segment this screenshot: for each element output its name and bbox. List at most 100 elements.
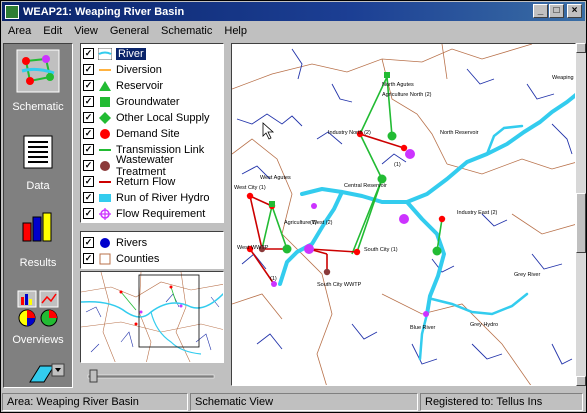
legend-checkbox[interactable]: ✓ bbox=[83, 80, 94, 91]
scroll-thumb[interactable] bbox=[576, 193, 586, 253]
legend-checkbox[interactable]: ✓ bbox=[83, 208, 94, 219]
legend-checkbox[interactable]: ✓ bbox=[83, 176, 94, 187]
return-flow-icon bbox=[98, 176, 112, 188]
flow-req-icon bbox=[98, 207, 112, 220]
layer-checkbox[interactable]: ✓ bbox=[83, 253, 94, 264]
data-label: Data bbox=[26, 180, 50, 192]
layer-panel: ✓ Rivers ✓ Counties bbox=[80, 231, 224, 269]
scroll-up-button[interactable] bbox=[576, 43, 586, 53]
results-icon bbox=[22, 212, 52, 242]
layer-label: Counties bbox=[116, 252, 160, 265]
legend-label: Other Local Supply bbox=[116, 111, 210, 124]
map-label: Industry East (2) bbox=[457, 210, 498, 216]
legend-item-return-flow[interactable]: ✓ Return Flow bbox=[83, 174, 223, 189]
schematic-view-button[interactable]: Schematic bbox=[4, 47, 72, 115]
legend-item-demand-site[interactable]: ✓ Demand Site bbox=[83, 126, 223, 141]
status-area: Area: Weaping River Basin bbox=[2, 393, 188, 411]
zoom-slider-thumb[interactable] bbox=[89, 369, 98, 383]
status-view: Schematic View bbox=[190, 393, 418, 411]
layer-item-rivers[interactable]: ✓ Rivers bbox=[83, 235, 223, 250]
layer-checkbox[interactable]: ✓ bbox=[83, 237, 94, 248]
legend-label: Run of River Hydro bbox=[116, 191, 210, 204]
legend-item-river[interactable]: ✓ River bbox=[83, 46, 223, 61]
data-view-button[interactable]: Data bbox=[4, 134, 72, 194]
schematic-icon bbox=[16, 49, 60, 93]
menu-general[interactable]: General bbox=[104, 25, 155, 37]
transmission-icon bbox=[98, 144, 112, 156]
map-label: South City WWTP bbox=[317, 282, 362, 288]
results-view-button[interactable]: Results bbox=[4, 209, 72, 271]
legend-item-groundwater[interactable]: ✓ Groundwater bbox=[83, 94, 223, 109]
legend-checkbox[interactable]: ✓ bbox=[83, 112, 94, 123]
map-label: Grey Hydro bbox=[470, 322, 498, 328]
menu-help[interactable]: Help bbox=[218, 25, 253, 37]
overview-viewport[interactable] bbox=[138, 274, 200, 348]
legend-checkbox[interactable]: ✓ bbox=[83, 192, 94, 203]
map-label: Industry North (2) bbox=[328, 130, 371, 136]
app-icon bbox=[5, 4, 19, 19]
legend-checkbox[interactable]: ✓ bbox=[83, 144, 94, 155]
reservoirs-and-nodes[interactable] bbox=[269, 72, 442, 256]
legend-item-wastewater[interactable]: ✓ Wastewater Treatment bbox=[83, 154, 223, 178]
map-label: Blue River bbox=[410, 325, 436, 331]
map-label: Agriculture West (2) bbox=[284, 220, 333, 226]
legend-label: Diversion bbox=[116, 63, 162, 76]
schematic-map[interactable]: North Agutes Agriculture North (2) Industr… bbox=[231, 43, 576, 386]
map-label: South City (1) bbox=[364, 247, 398, 253]
map-label: North Agutes bbox=[382, 82, 414, 88]
legend-label: River bbox=[116, 47, 146, 60]
zoom-slider[interactable] bbox=[84, 369, 218, 383]
status-registration: Registered to: Tellus Ins bbox=[420, 393, 583, 411]
maximize-button[interactable]: □ bbox=[549, 4, 564, 18]
minimize-button[interactable]: _ bbox=[533, 4, 548, 18]
legend-label: Return Flow bbox=[116, 175, 176, 188]
overviews-label: Overviews bbox=[12, 334, 64, 346]
diversion-icon bbox=[98, 64, 112, 76]
layer-item-counties[interactable]: ✓ Counties bbox=[83, 251, 223, 266]
menu-schematic[interactable]: Schematic bbox=[155, 25, 218, 37]
overview-map-graphic bbox=[81, 272, 223, 362]
app-window: WEAP21: Weaping River Basin _ □ × Area E… bbox=[0, 0, 587, 413]
legend-label: Reservoir bbox=[116, 79, 164, 92]
legend-item-local-supply[interactable]: ✓ Other Local Supply bbox=[83, 110, 223, 125]
counties-layer-icon bbox=[98, 253, 112, 265]
legend-item-hydro[interactable]: ✓ Run of River Hydro bbox=[83, 190, 223, 205]
legend-item-diversion[interactable]: ✓ Diversion bbox=[83, 62, 223, 77]
close-button[interactable]: × bbox=[567, 4, 582, 18]
map-label: West City (1) bbox=[234, 185, 266, 191]
local-supply-icon bbox=[98, 111, 112, 124]
legend-checkbox[interactable]: ✓ bbox=[83, 160, 94, 171]
overviews-view-button[interactable]: Overviews bbox=[4, 289, 72, 351]
legend-checkbox[interactable]: ✓ bbox=[83, 48, 94, 59]
menu-edit[interactable]: Edit bbox=[37, 25, 68, 37]
hydro-icon bbox=[98, 192, 112, 204]
more-views-dropdown[interactable] bbox=[26, 362, 66, 384]
transmission-links bbox=[261, 76, 443, 255]
legend-checkbox[interactable]: ✓ bbox=[83, 64, 94, 75]
title-bar[interactable]: WEAP21: Weaping River Basin _ □ × bbox=[2, 2, 585, 21]
map-label: North Reservoir bbox=[440, 130, 479, 136]
main-river bbox=[278, 93, 575, 316]
results-label: Results bbox=[19, 257, 57, 269]
legend-checkbox[interactable]: ✓ bbox=[83, 96, 94, 107]
legend-item-flow-req[interactable]: ✓ Flow Requirement bbox=[83, 206, 223, 221]
run-of-river-hydro[interactable] bbox=[271, 149, 429, 317]
scroll-down-button[interactable] bbox=[576, 376, 586, 386]
groundwater-icon bbox=[98, 96, 112, 108]
overview-map[interactable] bbox=[80, 271, 224, 363]
map-vertical-scrollbar[interactable] bbox=[576, 43, 586, 386]
legend-panel: ✓ River ✓ Diversion ✓ Reservoir ✓ Groundwater ✓ O… bbox=[80, 43, 224, 223]
wastewater-icon bbox=[98, 160, 112, 172]
river-icon bbox=[98, 47, 112, 60]
demand-site-icon bbox=[98, 128, 112, 140]
legend-item-reservoir[interactable]: ✓ Reservoir bbox=[83, 78, 223, 93]
legend-label: Demand Site bbox=[116, 127, 180, 140]
legend-checkbox[interactable]: ✓ bbox=[83, 128, 94, 139]
map-label: (1) bbox=[270, 276, 277, 282]
menu-area[interactable]: Area bbox=[2, 25, 37, 37]
schematic-label: Schematic bbox=[12, 101, 64, 113]
rivers-layer-icon bbox=[98, 237, 112, 249]
window-title: WEAP21: Weaping River Basin bbox=[23, 5, 185, 18]
status-bar: Area: Weaping River Basin Schematic View… bbox=[2, 393, 585, 412]
menu-view[interactable]: View bbox=[68, 25, 104, 37]
